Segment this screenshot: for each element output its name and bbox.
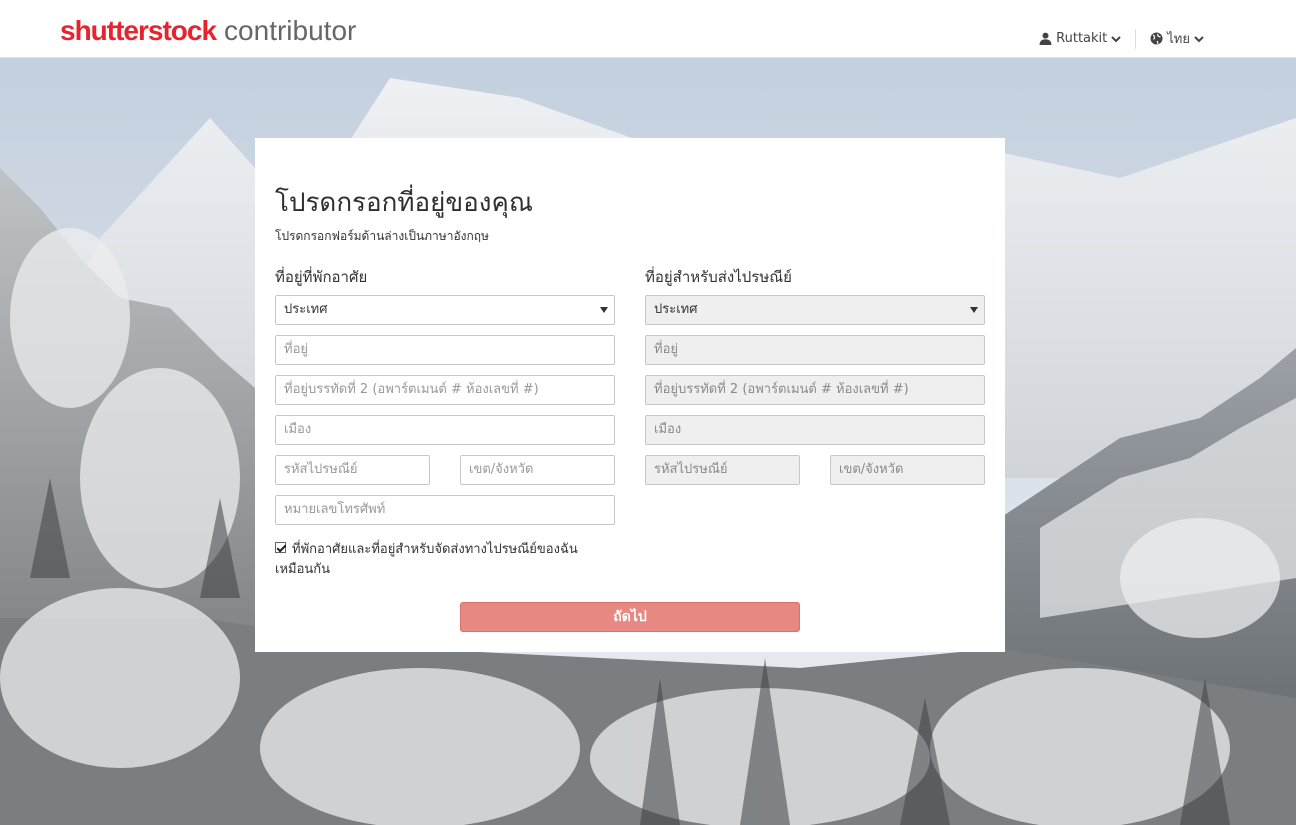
residential-postal-input[interactable]: รหัสไปรษณีย์ <box>275 455 430 485</box>
placeholder: เขต/จังหวัด <box>469 462 534 477</box>
same-address-label: ที่พักอาศัยและที่อยู่สำหรับจัดส่งทางไปรษ… <box>275 542 578 577</box>
placeholder: เขต/จังหวัด <box>839 462 904 477</box>
dropdown-caret-icon <box>600 307 608 313</box>
mailing-address-heading: ที่อยู่สำหรับส่งไปรษณีย์ <box>645 268 792 286</box>
globe-icon <box>1150 32 1163 45</box>
nav-divider <box>1135 28 1137 49</box>
next-button[interactable]: ถัดไป <box>460 602 800 632</box>
user-icon <box>1039 32 1052 45</box>
mailing-district-input[interactable]: เขต/จังหวัด <box>830 455 985 485</box>
residential-country-value: ประเทศ <box>284 302 328 317</box>
header-nav: Ruttakit ไทย <box>1039 28 1204 49</box>
same-address-option: ที่พักอาศัยและที่อยู่สำหรับจัดส่งทางไปรษ… <box>275 540 615 580</box>
chevron-down-icon <box>1194 35 1204 42</box>
language-label: ไทย <box>1167 32 1190 47</box>
user-menu[interactable]: Ruttakit <box>1039 31 1121 46</box>
chevron-down-icon <box>1111 35 1121 42</box>
form-instructions: โปรดกรอกฟอร์มด้านล่างเป็นภาษาอังกฤษ <box>275 229 489 243</box>
mailing-postal-input[interactable]: รหัสไปรษณีย์ <box>645 455 800 485</box>
logo-brand-text: shutterstock <box>60 15 217 46</box>
placeholder: ที่อยู่ <box>284 342 308 357</box>
mailing-city-input[interactable]: เมือง <box>645 415 985 445</box>
logo-sub-text: contributor <box>224 15 357 46</box>
residential-district-input[interactable]: เขต/จังหวัด <box>460 455 615 485</box>
placeholder: รหัสไปรษณีย์ <box>654 462 728 477</box>
same-address-checkbox[interactable] <box>275 542 286 553</box>
shutterstock-contributor-logo[interactable]: shutterstock contributor <box>60 15 356 49</box>
placeholder: ที่อยู่บรรทัดที่ 2 (อพาร์ตเมนต์ # ห้องเล… <box>284 382 539 397</box>
address-form-card: โปรดกรอกที่อยู่ของคุณ โปรดกรอกฟอร์มด้านล… <box>255 138 1005 652</box>
placeholder: เมือง <box>654 422 682 437</box>
placeholder: ที่อยู่ <box>654 342 678 357</box>
page-title: โปรดกรอกที่อยู่ของคุณ <box>275 188 533 218</box>
phone-input[interactable]: หมายเลขโทรศัพท์ <box>275 495 615 525</box>
placeholder: ที่อยู่บรรทัดที่ 2 (อพาร์ตเมนต์ # ห้องเล… <box>654 382 909 397</box>
residential-address2-input[interactable]: ที่อยู่บรรทัดที่ 2 (อพาร์ตเมนต์ # ห้องเล… <box>275 375 615 405</box>
placeholder: เมือง <box>284 422 312 437</box>
language-menu[interactable]: ไทย <box>1150 28 1204 49</box>
residential-address-input[interactable]: ที่อยู่ <box>275 335 615 365</box>
top-header: shutterstock contributor Ruttakit ไทย <box>0 0 1296 58</box>
placeholder: หมายเลขโทรศัพท์ <box>284 502 386 517</box>
residential-country-select[interactable]: ประเทศ <box>275 295 615 325</box>
user-name: Ruttakit <box>1056 31 1108 46</box>
dropdown-caret-icon <box>970 307 978 313</box>
mailing-country-select[interactable]: ประเทศ <box>645 295 985 325</box>
mailing-country-value: ประเทศ <box>654 302 698 317</box>
mailing-address2-input[interactable]: ที่อยู่บรรทัดที่ 2 (อพาร์ตเมนต์ # ห้องเล… <box>645 375 985 405</box>
residential-city-input[interactable]: เมือง <box>275 415 615 445</box>
mailing-address-input[interactable]: ที่อยู่ <box>645 335 985 365</box>
placeholder: รหัสไปรษณีย์ <box>284 462 358 477</box>
residential-address-heading: ที่อยู่ที่พักอาศัย <box>275 268 368 286</box>
